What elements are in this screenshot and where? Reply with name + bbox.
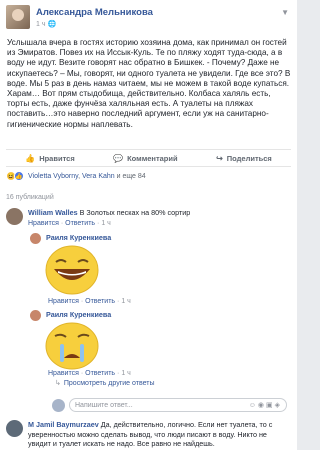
comment-body: William Walles В Золотых песках на 80% с… (28, 208, 190, 228)
separator: · (60, 219, 64, 227)
comment-time[interactable]: 1 ч (101, 220, 111, 227)
comment-reply-link[interactable]: Ответить (65, 220, 95, 227)
like-reaction-icon: 👍 (14, 171, 24, 181)
share-icon: ↪ (216, 153, 223, 163)
reply-actions: Нравится · Ответить · 1 ч (48, 370, 131, 377)
post-time-text: 1 ч (36, 20, 46, 28)
separator: · (117, 298, 120, 305)
replier-name[interactable]: Раиля Куренкиева (46, 233, 111, 242)
action-bar: 👍 Нравится 💬 Комментарий ↪ Поделиться (6, 149, 291, 167)
comment-text: В Золотых песках на 80% сортир (79, 208, 191, 217)
comment-like-link[interactable]: Нравится (28, 220, 59, 227)
current-user-avatar (52, 398, 65, 412)
globe-icon: 🌐 (47, 20, 57, 28)
camera-icon[interactable]: ◉ (258, 402, 266, 409)
replier-avatar[interactable] (30, 233, 41, 244)
post-time[interactable]: 1 ч 🌐 (36, 20, 153, 28)
reply-placeholder: Напишите ответ... (75, 401, 133, 409)
reply-like-link[interactable]: Нравится (48, 298, 79, 305)
comment-body: M Jamil Baymurzaev Да, действительно, ло… (28, 420, 290, 449)
share-label: Поделиться (226, 153, 272, 163)
comment-actions: Нравится · Ответить · 1 ч (28, 219, 190, 229)
replier-name[interactable]: Раиля Куренкиева (46, 310, 111, 319)
reply-time[interactable]: 1 ч (121, 370, 131, 377)
crying-emoji-sticker (45, 322, 99, 370)
replier-avatar[interactable] (30, 310, 41, 321)
view-more-label: Просмотреть другие ответы (63, 379, 155, 387)
comment-icon: 💬 (113, 153, 124, 163)
share-button[interactable]: ↪ Поделиться (216, 154, 272, 163)
like-label: Нравится (39, 153, 75, 163)
separator: · (97, 219, 100, 227)
comments-count[interactable]: 16 публикаций (6, 194, 54, 201)
reply-actions: Нравится · Ответить · 1 ч (48, 298, 131, 305)
thumbs-up-icon: 👍 (25, 153, 36, 163)
commenter-avatar[interactable] (6, 420, 23, 437)
reply-body: Раиля Куренкиева (46, 233, 111, 244)
separator: · (80, 370, 84, 377)
reply-composer: Напишите ответ... ☺◉▣◈ (52, 398, 287, 412)
reactions-more[interactable]: и еще 84 (117, 173, 146, 180)
reactions-text: Violetta Vyborny, Vera Kahn и еще 84 (28, 172, 146, 180)
reply-item: Раиля Куренкиева (30, 310, 290, 321)
commenter-avatar[interactable] (6, 208, 23, 225)
chevron-down-icon[interactable]: ▼ (281, 8, 289, 17)
composer-icons: ☺◉▣◈ (249, 401, 282, 409)
comment-item: William Walles В Золотых песках на 80% с… (6, 208, 291, 228)
post-text: Услышала вчера в гостях историю хозяина … (7, 38, 291, 129)
reactions-summary[interactable]: 😆 👍 Violetta Vyborny, Vera Kahn и еще 84 (6, 171, 146, 181)
commenter-name[interactable]: William Walles (28, 208, 78, 217)
reply-input[interactable]: Напишите ответ... ☺◉▣◈ (69, 398, 287, 412)
reply-item: Раиля Куренкиева (30, 233, 290, 244)
like-button[interactable]: 👍 Нравится (25, 154, 74, 163)
reply-reply-link[interactable]: Ответить (85, 370, 115, 377)
reply-arrow-icon: ↳ (55, 380, 61, 387)
post-header: Александра Мельникова 1 ч 🌐 (6, 4, 153, 30)
separator: · (80, 298, 84, 305)
reply-body: Раиля Куренкиева (46, 310, 111, 321)
view-more-replies[interactable]: ↳ Просмотреть другие ответы (55, 379, 155, 388)
comment-item: M Jamil Baymurzaev Да, действительно, ло… (6, 420, 291, 449)
separator: · (117, 370, 120, 377)
reply-like-link[interactable]: Нравится (48, 370, 79, 377)
post-card: Александра Мельникова 1 ч 🌐 ▼ Услышала в… (0, 0, 297, 450)
reply-reply-link[interactable]: Ответить (85, 298, 115, 305)
reactor-name-2[interactable]: Vera Kahn (82, 173, 115, 180)
reactor-name-1[interactable]: Violetta Vyborny (28, 173, 78, 180)
laughing-emoji-sticker (45, 245, 99, 295)
commenter-name[interactable]: M Jamil Baymurzaev (28, 420, 99, 429)
comment-button[interactable]: 💬 Комментарий (113, 154, 177, 163)
author-block: Александра Мельникова 1 ч 🌐 (36, 7, 153, 28)
gif-icon[interactable]: ▣ (266, 402, 275, 409)
reply-time[interactable]: 1 ч (121, 298, 131, 305)
emoji-icon[interactable]: ☺ (249, 402, 258, 409)
author-avatar[interactable] (6, 5, 30, 29)
sticker-icon[interactable]: ◈ (275, 402, 282, 409)
author-name[interactable]: Александра Мельникова (36, 7, 153, 18)
comment-label: Комментарий (127, 153, 178, 163)
